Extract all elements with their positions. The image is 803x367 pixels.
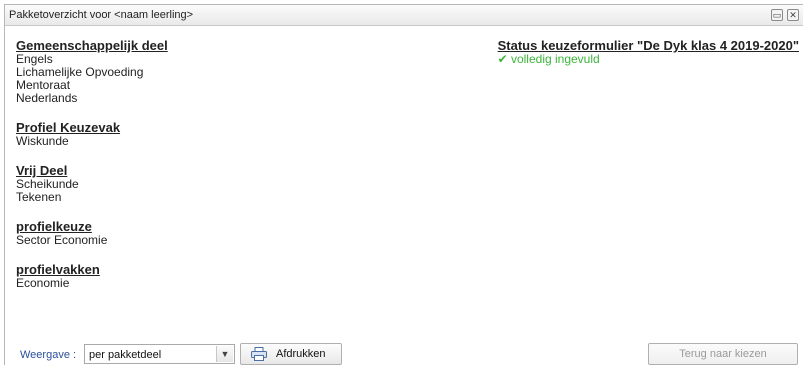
weergave-label: Weergave : [20, 349, 77, 361]
window-content: Gemeenschappelijk deel Engels Lichamelijke… [5, 26, 803, 365]
package-sections: Gemeenschappelijk deel Engels Lichamelijke… [16, 38, 168, 305]
subject-item: Tekenen [16, 190, 62, 204]
window-titlebar: Pakketoverzicht voor <naam leerling> ▭ ✕ [5, 5, 803, 26]
package-section: profielvakken Economie [16, 262, 168, 290]
window-title: Pakketoverzicht voor <naam leerling> [9, 9, 194, 21]
weergave-select-value: per pakketdeel [89, 349, 162, 361]
subject-item: Economie [16, 276, 70, 290]
footer-bar: Weergave : per pakketdeel ▼ Afdrukken Te… [5, 343, 803, 367]
maximize-icon[interactable]: ▭ [771, 9, 783, 21]
checkmark-icon: ✔ [497, 52, 508, 66]
print-button[interactable]: Afdrukken [240, 343, 342, 365]
package-section: Profiel Keuzevak Wiskunde [16, 120, 168, 148]
section-heading: profielvakken [16, 262, 100, 277]
print-button-label: Afdrukken [276, 348, 326, 360]
status-text: volledig ingevuld [510, 52, 600, 66]
package-overview-window: Pakketoverzicht voor <naam leerling> ▭ ✕… [4, 4, 803, 365]
status-title: Status keuzeformulier "De Dyk klas 4 201… [497, 38, 799, 53]
back-to-choose-button[interactable]: Terug naar kiezen [648, 343, 798, 365]
chevron-down-icon[interactable]: ▼ [216, 346, 233, 362]
package-section: Gemeenschappelijk deel Engels Lichamelijke… [16, 38, 168, 105]
close-icon[interactable]: ✕ [787, 9, 799, 21]
subject-item: Sector Economie [16, 233, 108, 247]
package-section: Vrij Deel Scheikunde Tekenen [16, 163, 168, 204]
package-section: profielkeuze Sector Economie [16, 219, 168, 247]
status-line: ✔ volledig ingevuld [498, 53, 799, 66]
subject-item: Wiskunde [16, 134, 69, 148]
printer-icon [251, 347, 267, 361]
status-panel: Status keuzeformulier "De Dyk klas 4 201… [498, 38, 799, 66]
section-heading: Gemeenschappelijk deel [16, 38, 168, 53]
section-heading: profielkeuze [16, 219, 92, 234]
subject-item: Nederlands [16, 91, 78, 105]
weergave-select[interactable]: per pakketdeel ▼ [84, 344, 235, 364]
section-heading: Vrij Deel [16, 163, 68, 178]
section-heading: Profiel Keuzevak [16, 120, 121, 135]
